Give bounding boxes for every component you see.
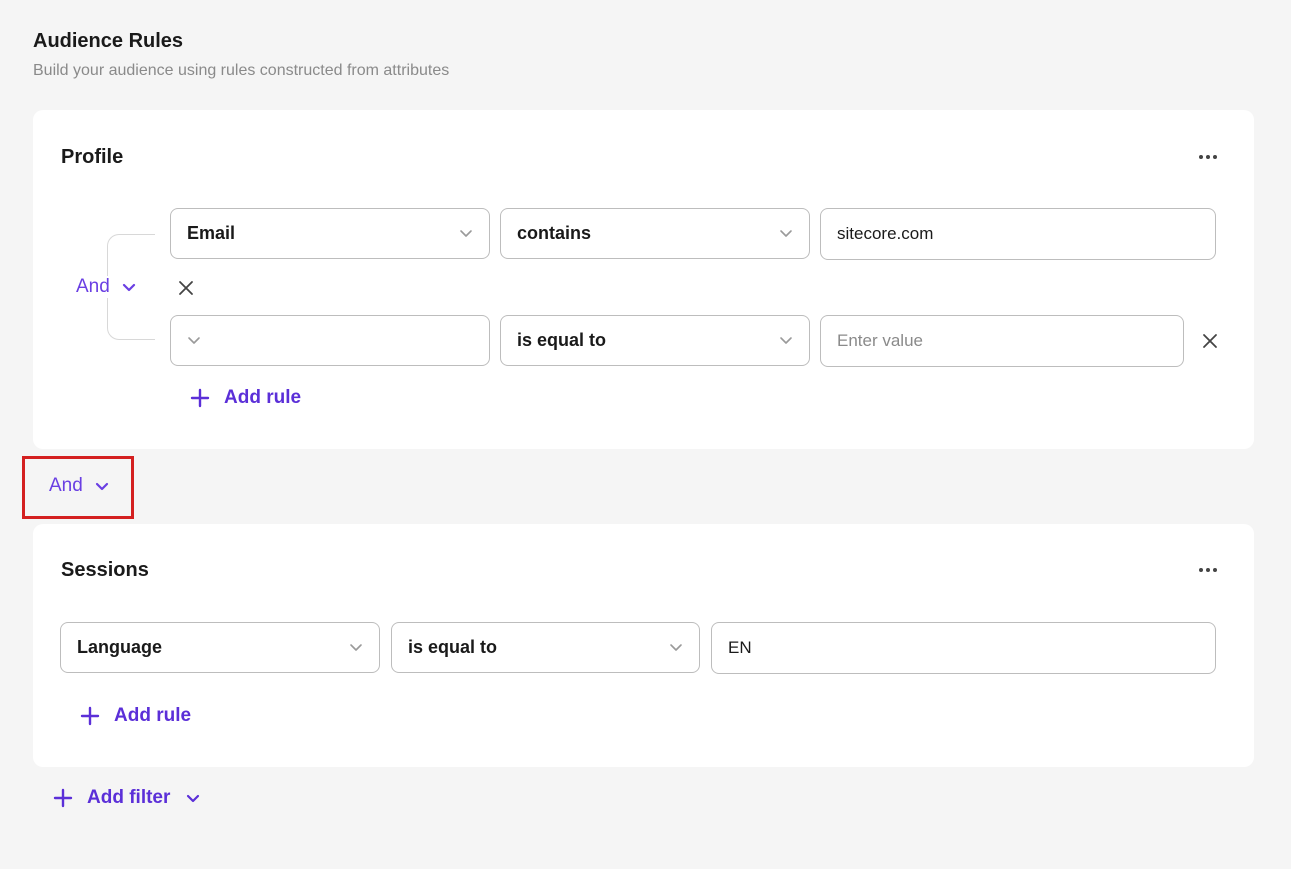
profile-card-title: Profile — [61, 146, 124, 168]
add-rule-label: Add rule — [224, 387, 302, 408]
rule-value-input[interactable]: EN — [711, 622, 1216, 674]
sessions-card-title: Sessions — [61, 559, 149, 581]
rule-operator-value: is equal to — [517, 330, 607, 350]
plus-icon — [53, 788, 73, 808]
rule-attribute-select[interactable] — [170, 315, 490, 366]
rule-operator-select[interactable]: is equal to — [391, 622, 700, 673]
remove-rule-close-icon[interactable] — [1201, 332, 1219, 350]
rule-value-input[interactable]: Enter value — [820, 315, 1184, 367]
page-title: Audience Rules — [33, 30, 184, 52]
rule-attribute-select[interactable]: Language — [60, 622, 380, 673]
sessions-more-options-icon[interactable] — [1196, 562, 1220, 578]
profile-more-options-icon[interactable] — [1196, 149, 1220, 165]
filter-operator-label: And — [49, 475, 83, 496]
chevron-down-icon — [187, 794, 200, 802]
chevron-down-icon — [122, 283, 135, 291]
rule-value-input[interactable]: sitecore.com — [820, 208, 1216, 260]
add-filter-label: Add filter — [87, 787, 171, 808]
rule-attribute-select[interactable]: Email — [170, 208, 490, 259]
chevron-down-icon — [780, 337, 792, 344]
profile-group-operator-label: And — [76, 276, 110, 297]
rule-operator-value: contains — [517, 223, 592, 243]
remove-rule-close-icon[interactable] — [177, 279, 195, 297]
chevron-down-icon — [188, 337, 200, 344]
chevron-down-icon — [780, 230, 792, 237]
rule-operator-value: is equal to — [408, 637, 498, 657]
chevron-down-icon — [95, 482, 108, 490]
chevron-down-icon — [350, 644, 362, 651]
chevron-down-icon — [670, 644, 682, 651]
rule-attribute-value: Email — [187, 223, 236, 243]
add-filter-button[interactable]: Add filter — [53, 787, 200, 809]
plus-icon — [80, 706, 100, 726]
plus-icon — [190, 388, 210, 408]
profile-add-rule-button[interactable]: Add rule — [190, 387, 301, 409]
chevron-down-icon — [460, 230, 472, 237]
filter-operator-dropdown[interactable]: And — [49, 475, 109, 497]
rule-operator-select[interactable]: contains — [500, 208, 810, 259]
rule-operator-select[interactable]: is equal to — [500, 315, 810, 366]
sessions-add-rule-button[interactable]: Add rule — [80, 705, 191, 727]
add-rule-label: Add rule — [114, 705, 192, 726]
profile-group-operator-dropdown[interactable]: And — [76, 276, 140, 298]
page-subtitle: Build your audience using rules construc… — [33, 62, 450, 79]
rule-attribute-value: Language — [77, 637, 163, 657]
